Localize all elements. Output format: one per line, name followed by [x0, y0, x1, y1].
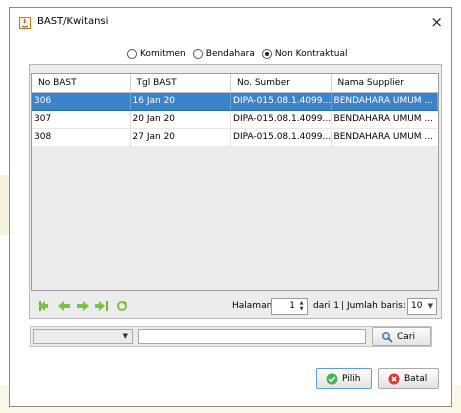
radio-non-kontraktual-label: Non Kontraktual	[274, 49, 348, 59]
search-input[interactable]	[138, 329, 366, 344]
filter-radio-group: Komitmen Bendahara Non Kontraktual	[127, 46, 355, 62]
cell-no-sumber: DIPA-015.08.1.4099...	[231, 111, 332, 128]
search-field-select[interactable]: ▼	[33, 329, 133, 344]
radio-non-kontraktual-circle[interactable]	[261, 49, 272, 59]
halaman-label: Halaman	[232, 301, 273, 311]
next-page-icon[interactable]	[76, 300, 90, 312]
refresh-icon[interactable]	[115, 300, 129, 312]
pilih-button-label: Pilih	[342, 374, 361, 384]
radio-bendahara-label: Bendahara	[205, 49, 255, 59]
cell-nama-supplier: BENDAHARA UMUM ...	[333, 132, 434, 142]
batal-button-label: Batal	[404, 374, 428, 384]
radio-bendahara-circle[interactable]	[192, 49, 203, 59]
cell-no-bast: 306	[32, 93, 131, 110]
pilih-button[interactable]: Pilih	[316, 368, 372, 389]
background-left-strip	[0, 175, 9, 235]
cell-tgl-bast: 20 Jan 20	[131, 111, 232, 128]
cari-button-label: Cari	[397, 332, 415, 342]
page-number-spinner[interactable]: 1 ▲ ▼	[271, 298, 308, 315]
search-icon	[381, 331, 393, 343]
table-panel: No BAST Tgl BAST No. Sumber Nama Supplie…	[29, 64, 442, 319]
pagination-bar: Halaman 1 ▲ ▼ dari 1 | Jumlah baris: 10 ▼	[35, 297, 439, 317]
cell-nama-supplier: BENDAHARA UMUM ...	[333, 114, 434, 124]
page-number-value: 1	[289, 301, 295, 311]
cell-no-bast: 308	[32, 129, 131, 146]
rows-per-page-select[interactable]: 10 ▼	[407, 298, 437, 315]
pager-separator: |	[341, 301, 345, 311]
rows-per-page-label: Jumlah baris:	[347, 301, 406, 311]
rows-per-page-value: 10	[411, 301, 423, 311]
check-circle-icon	[326, 373, 338, 385]
cell-no-sumber: DIPA-015.08.1.4099...	[231, 129, 332, 146]
column-header-no-sumber[interactable]: No. Sumber	[231, 74, 332, 92]
close-icon[interactable]: ×	[430, 13, 443, 31]
title-bar: BAST/Kwitansi ×	[10, 8, 451, 38]
radio-komitmen-circle[interactable]	[127, 49, 137, 59]
table-row[interactable]: 306 16 Jan 20 DIPA-015.08.1.4099... BEND…	[32, 93, 438, 111]
dialog-window: BAST/Kwitansi × Komitmen Bendahara Non K…	[9, 7, 452, 407]
radio-non-kontraktual[interactable]: Non Kontraktual	[261, 49, 348, 59]
window-title: BAST/Kwitansi	[37, 16, 109, 27]
radio-bendahara[interactable]: Bendahara	[192, 49, 255, 59]
last-page-icon[interactable]	[95, 300, 109, 312]
chevron-down-icon: ▼	[122, 332, 128, 340]
table-row[interactable]: 308 27 Jan 20 DIPA-015.08.1.4099... BEND…	[32, 129, 438, 147]
java-app-icon	[19, 17, 31, 29]
page-count-label: dari 1	[313, 301, 340, 311]
cell-tgl-bast: 27 Jan 20	[131, 129, 232, 146]
cell-tgl-bast: 16 Jan 20	[131, 93, 232, 110]
table-row[interactable]: 307 20 Jan 20 DIPA-015.08.1.4099... BEND…	[32, 111, 438, 129]
bast-table: No BAST Tgl BAST No. Sumber Nama Supplie…	[31, 73, 439, 291]
first-page-icon[interactable]	[38, 300, 52, 312]
cari-button[interactable]: Cari	[372, 327, 431, 346]
radio-komitmen[interactable]: Komitmen	[127, 49, 186, 59]
batal-button[interactable]: Batal	[378, 368, 439, 389]
column-header-nama-supplier[interactable]: Nama Supplier	[332, 74, 438, 92]
previous-page-icon[interactable]	[57, 300, 71, 312]
spinner-arrows-icon[interactable]: ▲ ▼	[297, 300, 306, 313]
column-header-no-bast[interactable]: No BAST	[32, 74, 131, 92]
cell-no-bast: 307	[32, 111, 131, 128]
radio-komitmen-label: Komitmen	[140, 49, 186, 59]
chevron-down-icon: ▼	[427, 302, 433, 310]
table-header: No BAST Tgl BAST No. Sumber Nama Supplie…	[32, 74, 438, 93]
column-header-tgl-bast[interactable]: Tgl BAST	[131, 74, 232, 92]
cancel-circle-icon	[388, 373, 400, 385]
search-bar: ▼ Cari	[30, 326, 432, 347]
cell-nama-supplier: BENDAHARA UMUM ...	[332, 93, 438, 110]
cell-no-sumber: DIPA-015.08.1.4099...	[231, 93, 332, 110]
